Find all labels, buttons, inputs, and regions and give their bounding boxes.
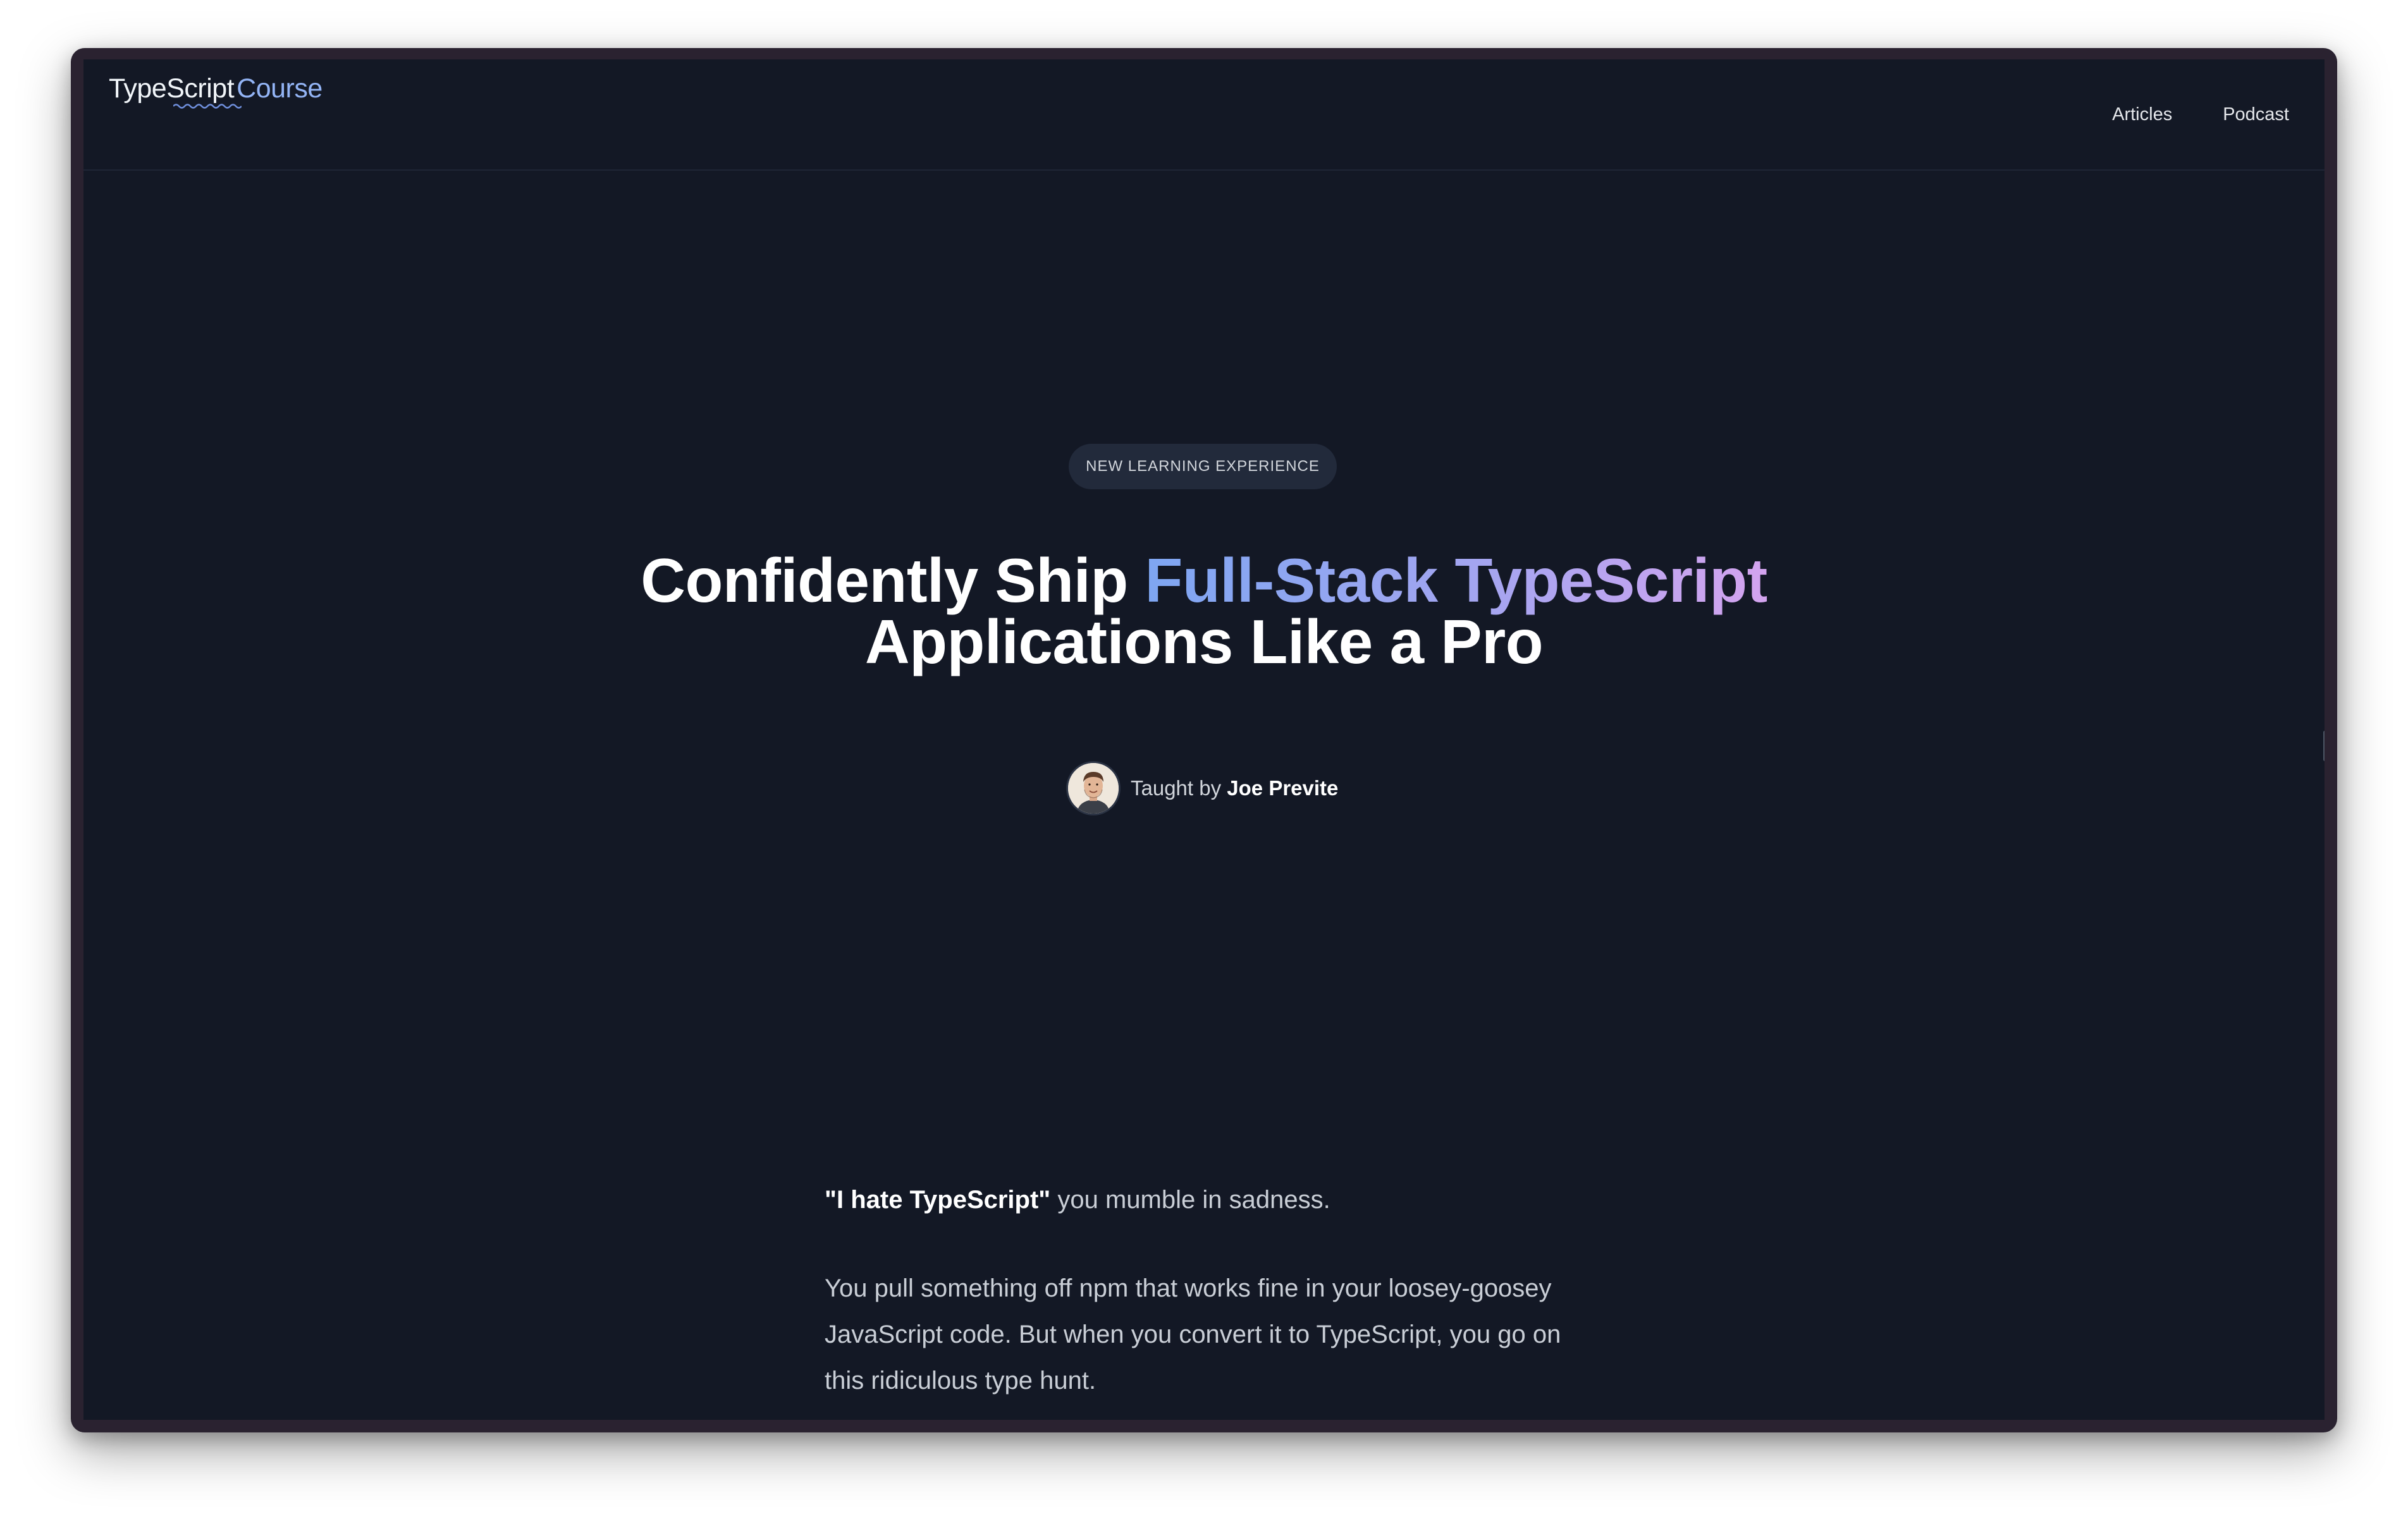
- logo-typescript: TypeScript: [109, 73, 242, 109]
- nav-link-podcast[interactable]: Podcast: [2223, 104, 2289, 125]
- intro-paragraph: You pull something off npm that works fi…: [825, 1274, 1561, 1395]
- hero-headline: Confidently Ship Full-Stack TypeScript A…: [83, 549, 2325, 676]
- headline-part-2: Applications Like a Pro: [864, 607, 1544, 676]
- page: TypeScript Course Articles Podcast NEW L…: [83, 59, 2325, 1420]
- avatar: [1066, 761, 1121, 815]
- intro-copy: "I hate TypeScript" you mumble in sadnes…: [825, 1185, 1583, 1404]
- byline-text: Taught by Joe Previte: [1131, 776, 1338, 800]
- browser-window: TypeScript Course Articles Podcast NEW L…: [71, 48, 2337, 1432]
- new-badge: NEW LEARNING EXPERIENCE: [1069, 444, 1337, 489]
- intro-quote-line: "I hate TypeScript" you mumble in sadnes…: [825, 1185, 1583, 1215]
- site-logo[interactable]: TypeScript Course: [109, 73, 322, 109]
- headline-highlight: Full-Stack TypeScript: [1145, 546, 1767, 615]
- avatar-portrait-icon: [1068, 763, 1119, 814]
- instructor-byline: Taught by Joe Previte: [1066, 761, 1338, 815]
- nav-links: Articles Podcast: [2112, 59, 2289, 169]
- squiggle-underline-icon: [173, 104, 242, 109]
- headline-part-1: Confidently Ship: [641, 546, 1145, 615]
- intro-quote: "I hate TypeScript": [825, 1186, 1051, 1214]
- nav-link-articles[interactable]: Articles: [2112, 104, 2172, 125]
- scrollbar-handle[interactable]: [2323, 731, 2325, 761]
- logo-accent-text: Course: [236, 73, 322, 104]
- instructor-name: Joe Previte: [1227, 776, 1339, 800]
- taught-by-label: Taught by: [1131, 776, 1222, 800]
- logo-main-text: TypeScript: [109, 73, 235, 104]
- top-nav: TypeScript Course Articles Podcast: [83, 59, 2325, 171]
- intro-quote-suffix: you mumble in sadness.: [1050, 1186, 1330, 1214]
